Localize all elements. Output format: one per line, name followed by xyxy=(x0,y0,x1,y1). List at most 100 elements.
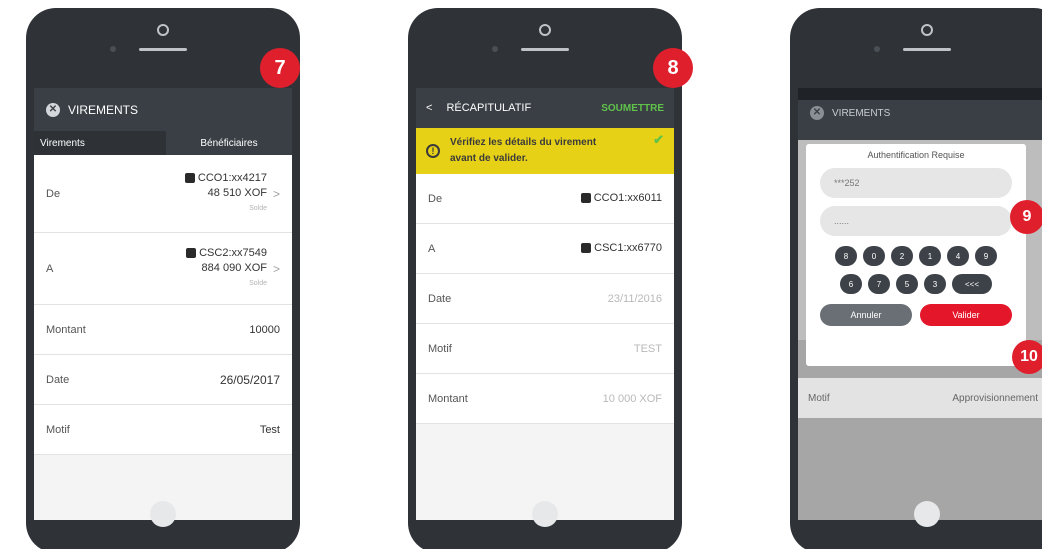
account-icon xyxy=(581,243,592,254)
page-title: RÉCAPITULATIF xyxy=(446,102,532,114)
warning-banner: ! Vérifiez les détails du virement avant… xyxy=(416,128,674,174)
motif-label: Motif xyxy=(428,342,452,355)
cancel-button[interactable]: Annuler xyxy=(820,304,912,326)
from-row[interactable]: De CCO1:xx4217 48 510 XOF Solde > xyxy=(34,155,292,233)
to-row[interactable]: A CSC2:xx7549 884 090 XOF Solde > xyxy=(34,233,292,305)
amount-row: Montant 10 000 XOF xyxy=(416,374,674,424)
close-icon[interactable]: ✕ xyxy=(46,102,60,117)
summary-list: De CCO1:xx6011 A CSC1:xx6770 Date 23/11/… xyxy=(416,174,674,424)
header-bar: ✕ VIREMENTS xyxy=(34,88,292,131)
sensor-dot xyxy=(492,46,498,52)
home-button[interactable] xyxy=(532,501,558,527)
speaker xyxy=(903,48,951,51)
camera-icon xyxy=(157,24,169,36)
step-badge-9: 9 xyxy=(1010,200,1042,234)
tabs: Virements Bénéficiaires xyxy=(34,131,292,155)
speaker xyxy=(521,48,569,51)
step-badge-8: 8 xyxy=(653,48,693,88)
to-label: A xyxy=(428,242,436,255)
keypad-key[interactable]: 1 xyxy=(919,246,941,266)
tab-beneficiaires[interactable]: Bénéficiaires xyxy=(166,131,292,155)
check-icon: ✔ xyxy=(653,132,664,147)
keypad-key[interactable]: 6 xyxy=(840,274,862,294)
page-title: VIREMENTS xyxy=(832,107,891,119)
sensor-dot xyxy=(110,46,116,52)
keypad-key[interactable]: 2 xyxy=(891,246,913,266)
keypad-key[interactable]: 4 xyxy=(947,246,969,266)
keypad-key[interactable]: 0 xyxy=(863,246,885,266)
amount-value: 10 000 XOF xyxy=(602,392,662,405)
motif-label: Motif xyxy=(808,392,830,404)
motif-value: Approvisionnement xyxy=(952,392,1038,404)
amount-value: 10000 xyxy=(249,323,280,336)
motif-value: Test xyxy=(259,423,280,436)
phone-3: ✕ VIREMENTS Authentification Requise ***… xyxy=(790,8,1042,549)
amount-label: Montant xyxy=(46,323,86,336)
form-list: De CCO1:xx4217 48 510 XOF Solde > A CSC2… xyxy=(34,155,292,455)
to-row: A CSC1:xx6770 xyxy=(416,224,674,274)
back-icon[interactable]: < xyxy=(426,102,432,114)
sensor-dot xyxy=(874,46,880,52)
motif-row: Motif Approvisionnement xyxy=(798,378,1042,418)
account-field[interactable]: ***252 xyxy=(820,168,1012,198)
account-icon xyxy=(580,193,591,204)
date-label: Date xyxy=(46,373,70,386)
screen-3: ✕ VIREMENTS Authentification Requise ***… xyxy=(798,88,1042,520)
header-bar: ✕ VIREMENTS xyxy=(798,100,1042,126)
tabs xyxy=(798,126,1042,140)
to-account: CSC2:xx7549 xyxy=(199,247,267,259)
tab-virements[interactable]: Virements xyxy=(34,131,166,155)
amount-row[interactable]: Montant 10000 xyxy=(34,305,292,355)
status-bar xyxy=(798,88,1042,100)
keypad-row-2: 6 7 5 3 <<< xyxy=(806,274,1026,294)
home-button[interactable] xyxy=(150,501,176,527)
page-title: VIREMENTS xyxy=(68,102,139,117)
date-value: 26/05/2017 xyxy=(219,372,280,387)
phone-1: ✕ VIREMENTS Virements Bénéficiaires De C… xyxy=(26,8,300,549)
keypad-key[interactable]: 5 xyxy=(896,274,918,294)
from-account: CCO1:xx6011 xyxy=(593,192,662,204)
home-button[interactable] xyxy=(914,501,940,527)
camera-icon xyxy=(921,24,933,36)
close-icon[interactable]: ✕ xyxy=(810,106,824,120)
from-balance: 48 510 XOF xyxy=(207,187,267,199)
keypad-row-1: 802149 xyxy=(806,246,1026,266)
to-account: CSC1:xx6770 xyxy=(594,242,662,254)
from-row: De CCO1:xx6011 xyxy=(416,174,674,224)
amount-label: Montant xyxy=(428,392,468,405)
account-icon xyxy=(186,248,197,259)
keypad-key[interactable]: 3 xyxy=(924,274,946,294)
keypad-key[interactable]: 9 xyxy=(975,246,997,266)
from-label: De xyxy=(46,187,61,200)
motif-value: TEST xyxy=(633,342,662,355)
chevron-right-icon: > xyxy=(272,186,280,201)
confirm-button[interactable]: Valider xyxy=(920,304,1012,326)
keypad-backspace[interactable]: <<< xyxy=(952,274,992,294)
auth-dialog: Authentification Requise ***252 ...... 8… xyxy=(806,144,1026,366)
screen-2: < RÉCAPITULATIF SOUMETTRE ! Vérifiez les… xyxy=(416,88,674,520)
alert-line-1: Vérifiez les détails du virement xyxy=(450,137,597,148)
motif-row: Motif TEST xyxy=(416,324,674,374)
keypad-key[interactable]: 7 xyxy=(868,274,890,294)
date-value: 23/11/2016 xyxy=(607,292,662,305)
password-field[interactable]: ...... xyxy=(820,206,1012,236)
motif-label: Motif xyxy=(46,423,70,436)
step-badge-10: 10 xyxy=(1012,340,1042,374)
motif-row[interactable]: Motif Test xyxy=(34,405,292,455)
date-row[interactable]: Date 26/05/2017 xyxy=(34,355,292,405)
from-sub: Solde xyxy=(249,205,267,212)
account-icon xyxy=(184,173,195,184)
header-bar: < RÉCAPITULATIF SOUMETTRE xyxy=(416,88,674,128)
step-badge-7: 7 xyxy=(260,48,300,88)
keypad-key[interactable]: 8 xyxy=(835,246,857,266)
screen-1: ✕ VIREMENTS Virements Bénéficiaires De C… xyxy=(34,88,292,520)
from-value: CCO1:xx4217 48 510 XOF Solde > xyxy=(184,171,280,216)
to-value: CSC2:xx7549 884 090 XOF Solde > xyxy=(186,246,280,291)
stage: ✕ VIREMENTS Virements Bénéficiaires De C… xyxy=(0,0,1042,549)
from-label: De xyxy=(428,192,443,205)
date-label: Date xyxy=(428,292,452,305)
alert-line-2: avant de valider. xyxy=(450,153,528,164)
speaker xyxy=(139,48,187,51)
submit-button[interactable]: SOUMETTRE xyxy=(601,103,664,114)
to-sub: Solde xyxy=(249,280,267,287)
